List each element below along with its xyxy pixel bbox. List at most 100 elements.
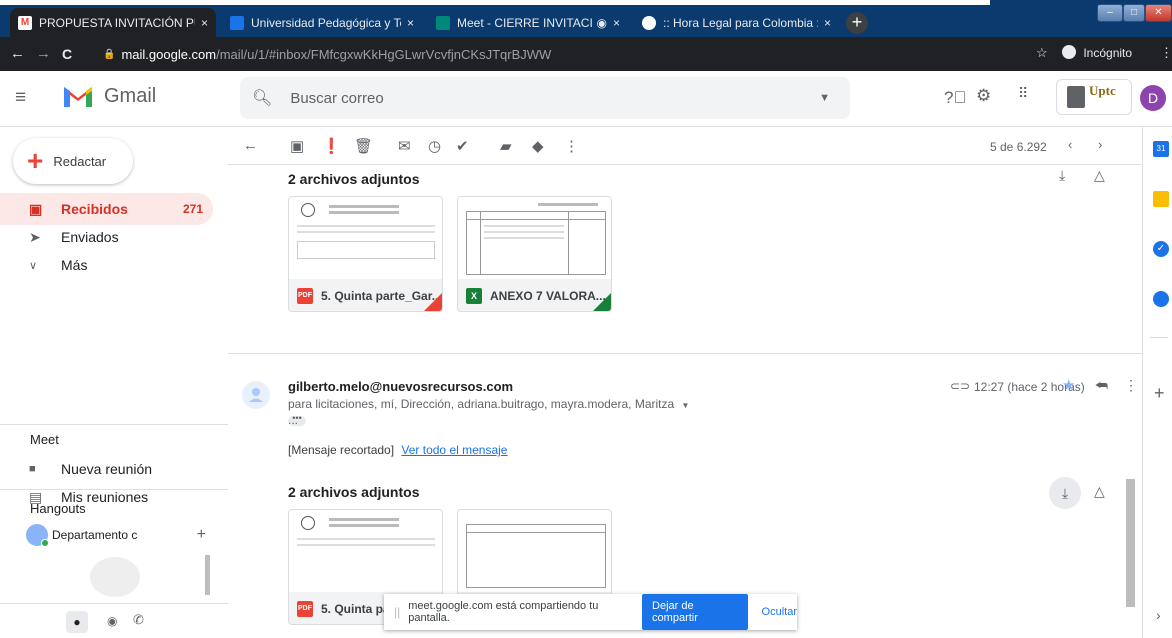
attachments-title: 2 archivos adjuntos (288, 171, 420, 187)
add-task-icon[interactable]: ✔ (456, 137, 469, 155)
attachment-name: ANEXO 7 VALORA... (490, 289, 606, 303)
back-arrow-icon[interactable]: ← (243, 137, 258, 154)
label-icon[interactable]: ◆ (532, 137, 544, 155)
recipients-line[interactable]: para licitaciones, mí, Dirección, adrian… (288, 397, 689, 411)
minimize-button[interactable]: – (1097, 4, 1123, 22)
scrollbar[interactable] (205, 555, 210, 595)
expand-panel-chevron-icon[interactable]: › (1156, 607, 1161, 623)
download-all-icon[interactable]: ⤓ (1059, 167, 1065, 184)
screen-share-toast: || meet.google.com está compartiendo tu … (384, 594, 797, 630)
get-addons-plus-icon[interactable]: + (1154, 383, 1165, 404)
mark-unread-icon[interactable]: ✉ (398, 137, 411, 155)
chat-bubble-icon[interactable]: ◉ (107, 614, 117, 628)
attachments-title: 2 archivos adjuntos (288, 484, 420, 500)
attachment-thumbnail (289, 510, 442, 592)
hangouts-header: Hangouts (30, 501, 86, 516)
divider (1150, 337, 1168, 338)
tasks-app-icon[interactable]: ✓ (1153, 241, 1169, 257)
tab-title: Universidad Pedagógica y Tecnol (251, 15, 401, 30)
account-avatar[interactable]: D (1140, 85, 1166, 111)
keep-app-icon[interactable] (1153, 191, 1169, 207)
tab-close-icon[interactable]: × (407, 16, 414, 30)
delete-icon[interactable]: 🗑︎ (354, 137, 373, 155)
close-window-button[interactable]: ✕ (1145, 4, 1172, 22)
help-icon[interactable]: ?⃝ (944, 88, 966, 108)
attachment-card-pdf[interactable]: PDF 5. Quinta parte_Gar... (288, 196, 443, 312)
pdf-file-icon: PDF (297, 288, 313, 304)
search-icon[interactable]: 🔍︎ (252, 88, 272, 108)
sidebar-item-more[interactable]: ∨ Más (0, 249, 213, 281)
url-field[interactable]: 🔒 mail.google.com /mail/u/1/#inbox/FMfcg… (103, 42, 1063, 66)
incognito-indicator[interactable]: Incógnito (1062, 45, 1132, 60)
attachment-thumbnail (458, 510, 611, 592)
attachment-card-excel[interactable]: X ANEXO 7 VALORA... (457, 196, 612, 312)
incognito-label: Incógnito (1083, 46, 1133, 60)
tab-hora-legal[interactable]: :: Hora Legal para Colombia :: × (634, 8, 839, 37)
contacts-person-icon[interactable]: ● (66, 611, 88, 633)
search-placeholder: Buscar correo (290, 89, 384, 107)
more-options-icon[interactable]: ⋮ (564, 137, 579, 155)
contacts-app-icon[interactable] (1153, 291, 1169, 307)
older-chevron-right-icon[interactable]: › (1098, 137, 1102, 152)
tab-meet[interactable]: Meet - CIERRE INVITACION ◉ × (428, 8, 628, 37)
organization-logo[interactable]: Uptc (1056, 79, 1132, 115)
snooze-clock-icon[interactable]: ◷ (428, 137, 441, 155)
stop-sharing-button[interactable]: Dejar de compartir (642, 594, 748, 630)
download-all-icon[interactable]: ⤓ (1049, 477, 1081, 509)
tab-close-icon[interactable]: × (824, 16, 831, 30)
lock-icon: 🔒 (103, 48, 116, 60)
tab-university[interactable]: Universidad Pedagógica y Tecnol × (222, 8, 422, 37)
sender-avatar[interactable] (242, 381, 270, 409)
reply-icon[interactable]: ⮪ (1095, 377, 1108, 394)
browser-menu-icon[interactable]: ⋮ (1160, 45, 1172, 61)
excel-corner-fold (593, 293, 611, 311)
message-more-icon[interactable]: ⋮ (1124, 377, 1138, 394)
pdf-file-icon: PDF (297, 601, 313, 617)
contact-avatar (26, 524, 49, 547)
recipients-dropdown-icon[interactable]: ▼ (682, 401, 690, 410)
new-meeting-label: Nueva reunión (61, 461, 153, 477)
compose-button[interactable]: + Redactar (13, 138, 133, 184)
tab-title: :: Hora Legal para Colombia :: (663, 15, 818, 30)
drag-handle-icon[interactable]: || (394, 605, 400, 619)
view-entire-message-link[interactable]: Ver todo el mensaje (401, 443, 507, 457)
main-scrollbar-thumb[interactable] (1126, 479, 1135, 607)
reload-icon[interactable]: C (62, 46, 72, 62)
bookmark-star-icon[interactable]: ☆ (1036, 45, 1048, 61)
archive-icon[interactable]: ▣ (290, 137, 304, 155)
gmail-logo-icon[interactable] (62, 83, 94, 109)
tab-close-icon[interactable]: × (613, 16, 620, 30)
new-tab-button[interactable]: + (846, 12, 868, 34)
maximize-button[interactable]: □ (1123, 4, 1145, 22)
send-icon: ➤ (29, 228, 41, 245)
back-icon[interactable]: ← (10, 45, 25, 62)
pdf-corner-fold (424, 293, 442, 311)
phone-icon[interactable]: ✆ (133, 612, 144, 628)
contact-name: Departamento c (52, 528, 138, 542)
hide-toast-button[interactable]: Ocultar (762, 606, 797, 618)
move-to-icon[interactable]: ▰ (500, 137, 512, 155)
search-bar[interactable]: 🔍︎ Buscar correo ▼ (240, 77, 850, 119)
save-to-drive-icon[interactable]: △ (1094, 483, 1105, 500)
forward-icon[interactable]: → (36, 45, 51, 62)
newer-chevron-left-icon[interactable]: ‹ (1068, 137, 1072, 152)
apps-grid-icon[interactable]: ⠿ (1018, 85, 1028, 102)
globe-favicon-icon (642, 15, 656, 30)
star-icon[interactable]: ★ (1062, 376, 1075, 394)
compose-label: Redactar (53, 153, 107, 169)
settings-gear-icon[interactable]: ⚙ (976, 86, 991, 106)
pagination-text: 5 de 6.292 (990, 140, 1047, 154)
tab-gmail[interactable]: M PROPUESTA INVITACIÓN PÚBLIC × (10, 8, 216, 37)
sender-email[interactable]: gilberto.melo@nuevosrecursos.com (288, 379, 513, 394)
add-contact-icon[interactable]: + (197, 526, 206, 544)
report-spam-icon[interactable]: ❗ (322, 137, 341, 155)
search-options-chevron-icon[interactable]: ▼ (819, 92, 830, 104)
main-menu-icon[interactable]: ≡ (15, 87, 26, 109)
url-host: mail.google.com (121, 46, 217, 62)
recipients-text: para licitaciones, mí, Dirección, adrian… (288, 397, 675, 411)
save-to-drive-icon[interactable]: △ (1094, 167, 1105, 184)
tab-close-icon[interactable]: × (201, 16, 208, 30)
address-bar-row: ← → C 🔒 mail.google.com /mail/u/1/#inbox… (0, 37, 1172, 71)
calendar-app-icon[interactable]: 31 (1153, 141, 1169, 157)
hangouts-contact[interactable]: Departamento c + (26, 523, 216, 547)
